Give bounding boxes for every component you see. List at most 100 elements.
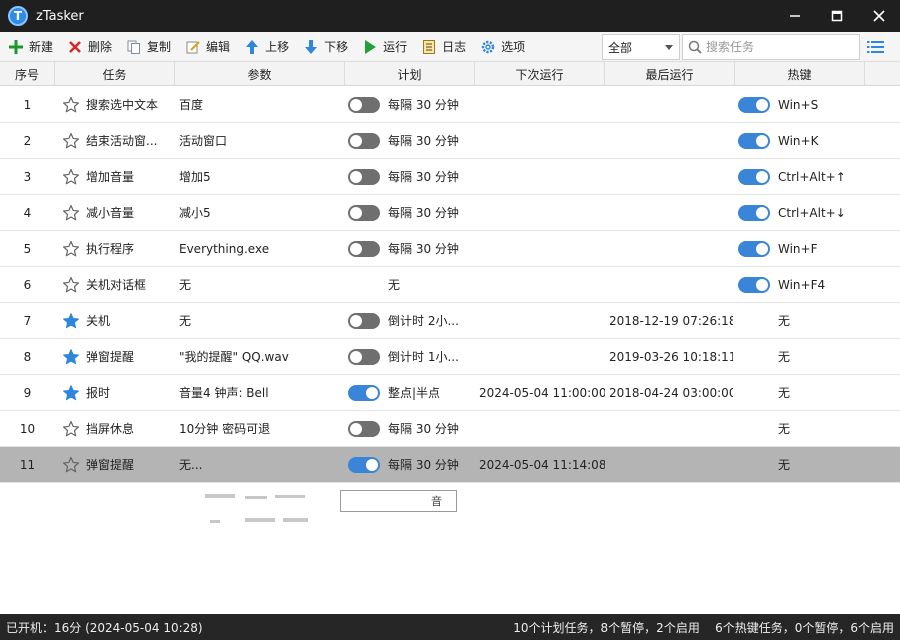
- star-filled-icon[interactable]: [62, 339, 82, 374]
- plan-text: 倒计时 2小...: [388, 314, 459, 328]
- last-run-time: [609, 159, 733, 194]
- plan-toggle-cell: [348, 375, 382, 410]
- column-header-no[interactable]: 序号: [0, 62, 55, 86]
- task-params: 无: [179, 278, 192, 292]
- star-outline-icon[interactable]: [62, 231, 82, 266]
- minimize-button[interactable]: [774, 0, 816, 32]
- star-outline-icon[interactable]: [62, 87, 82, 122]
- table-row[interactable]: 11 弹窗提醒 无... 每隔 30 分钟 2024-05-04 11:14:08 无: [0, 447, 900, 483]
- title-bar: T zTasker: [0, 0, 900, 32]
- hotkey-toggle-cell: [738, 267, 772, 302]
- table-row[interactable]: 6 关机对话框 无 无 Win+F4: [0, 267, 900, 303]
- run-button[interactable]: 运行: [356, 34, 413, 60]
- hotkey-toggle[interactable]: [738, 276, 770, 293]
- plan-text: 每隔 30 分钟: [388, 422, 459, 436]
- star-filled-icon[interactable]: [62, 303, 82, 338]
- last-run-time: [609, 195, 733, 230]
- table-row[interactable]: 4 减小音量 减小5 每隔 30 分钟 Ctrl+Alt+↓: [0, 195, 900, 231]
- hotkey-toggle-cell: [738, 87, 772, 122]
- table-row[interactable]: 8 弹窗提醒 "我的提醒" QQ.wav 倒计时 1小... 2019-03-26 10…: [0, 339, 900, 375]
- next-run-time: [479, 195, 605, 230]
- hotkey-text: 无: [778, 386, 791, 400]
- table-row[interactable]: 9 报时 音量4 钟声: Bell 整点|半点 2024-05-04 11:00:00 2…: [0, 375, 900, 411]
- plan-toggle[interactable]: [348, 312, 380, 329]
- table-row[interactable]: 2 结束活动窗... 活动窗口 每隔 30 分钟 Win+K: [0, 123, 900, 159]
- delete-button[interactable]: 删除: [61, 34, 118, 60]
- plan-toggle[interactable]: [348, 96, 380, 113]
- hotkey-toggle[interactable]: [738, 240, 770, 257]
- plan-toggle[interactable]: [348, 240, 380, 257]
- search-input[interactable]: [706, 40, 846, 54]
- column-header-plan[interactable]: 计划: [345, 62, 475, 86]
- search-icon: [688, 40, 702, 54]
- star-outline-icon[interactable]: [62, 447, 82, 482]
- star-outline-icon[interactable]: [62, 411, 82, 446]
- column-header-next-run[interactable]: 下次运行: [475, 62, 605, 86]
- next-run-time: [479, 303, 605, 338]
- task-name: 挡屏休息: [86, 422, 135, 436]
- delete-x-icon: [67, 39, 83, 55]
- maximize-button[interactable]: [816, 0, 858, 32]
- star-outline-icon[interactable]: [62, 123, 82, 158]
- edit-label: 编辑: [206, 40, 231, 54]
- list-menu-button[interactable]: [866, 38, 886, 56]
- hotkey-toggle[interactable]: [738, 168, 770, 185]
- task-name: 增加音量: [86, 170, 135, 184]
- task-params: 活动窗口: [179, 134, 228, 148]
- move-up-button[interactable]: 上移: [238, 34, 295, 60]
- filter-select[interactable]: 全部: [602, 34, 680, 60]
- plan-toggle-cell: [348, 87, 382, 122]
- status-bar: 已开机：16分 (2024-05-04 10:28) 10个计划任务，8个暂停，…: [0, 614, 900, 640]
- tooltip-text: 音: [431, 495, 442, 508]
- task-name: 弹窗提醒: [86, 458, 135, 472]
- column-header-task[interactable]: 任务: [55, 62, 175, 86]
- column-header-hotkey[interactable]: 热键: [735, 62, 865, 86]
- app-logo-icon: T: [8, 6, 28, 26]
- table-row[interactable]: 5 执行程序 Everything.exe 每隔 30 分钟 Win+F: [0, 231, 900, 267]
- new-button[interactable]: 新建: [2, 34, 59, 60]
- row-number: 10: [19, 421, 36, 436]
- plan-toggle[interactable]: [348, 168, 380, 185]
- plan-toggle[interactable]: [348, 456, 380, 473]
- row-number: 3: [23, 169, 32, 184]
- hotkey-text: Win+S: [778, 97, 819, 112]
- delete-label: 删除: [88, 40, 113, 54]
- table-row[interactable]: 1 搜索选中文本 百度 每隔 30 分钟 Win+S: [0, 87, 900, 123]
- row-number: 4: [23, 205, 32, 220]
- star-filled-icon[interactable]: [62, 375, 82, 410]
- hotkey-toggle[interactable]: [738, 132, 770, 149]
- plan-toggle[interactable]: [348, 132, 380, 149]
- star-outline-icon[interactable]: [62, 267, 82, 302]
- edit-button[interactable]: 编辑: [179, 34, 236, 60]
- plan-toggle[interactable]: [348, 204, 380, 221]
- hotkey-toggle[interactable]: [738, 204, 770, 221]
- last-run-time: [609, 123, 733, 158]
- table-row[interactable]: 3 增加音量 增加5 每隔 30 分钟 Ctrl+Alt+↑: [0, 159, 900, 195]
- log-label: 日志: [442, 40, 467, 54]
- plus-icon: [8, 39, 24, 55]
- close-button[interactable]: [858, 0, 900, 32]
- table-row[interactable]: 10 挡屏休息 10分钟 密码可退 每隔 30 分钟 无: [0, 411, 900, 447]
- column-header-last-run[interactable]: 最后运行: [605, 62, 735, 86]
- plan-toggle[interactable]: [348, 420, 380, 437]
- plan-toggle[interactable]: [348, 348, 380, 365]
- hotkey-toggle[interactable]: [738, 96, 770, 113]
- column-header-params[interactable]: 参数: [175, 62, 345, 86]
- task-name: 执行程序: [86, 242, 135, 256]
- plan-toggle[interactable]: [348, 384, 380, 401]
- copy-button[interactable]: 复制: [120, 34, 177, 60]
- table-row[interactable]: 7 关机 无 倒计时 2小... 2018-12-19 07:26:18 无: [0, 303, 900, 339]
- options-button[interactable]: 选项: [474, 34, 531, 60]
- row-number: 9: [23, 385, 32, 400]
- next-run-time: [479, 267, 605, 302]
- star-outline-icon[interactable]: [62, 159, 82, 194]
- move-down-button[interactable]: 下移: [297, 34, 354, 60]
- log-icon: [421, 39, 437, 55]
- log-button[interactable]: 日志: [415, 34, 472, 60]
- next-run-time: [479, 339, 605, 374]
- hotkey-text: 无: [778, 314, 791, 328]
- hotkey-text: 无: [778, 350, 791, 364]
- star-outline-icon[interactable]: [62, 195, 82, 230]
- last-run-time: [609, 267, 733, 302]
- plan-toggle-cell: [348, 447, 382, 482]
